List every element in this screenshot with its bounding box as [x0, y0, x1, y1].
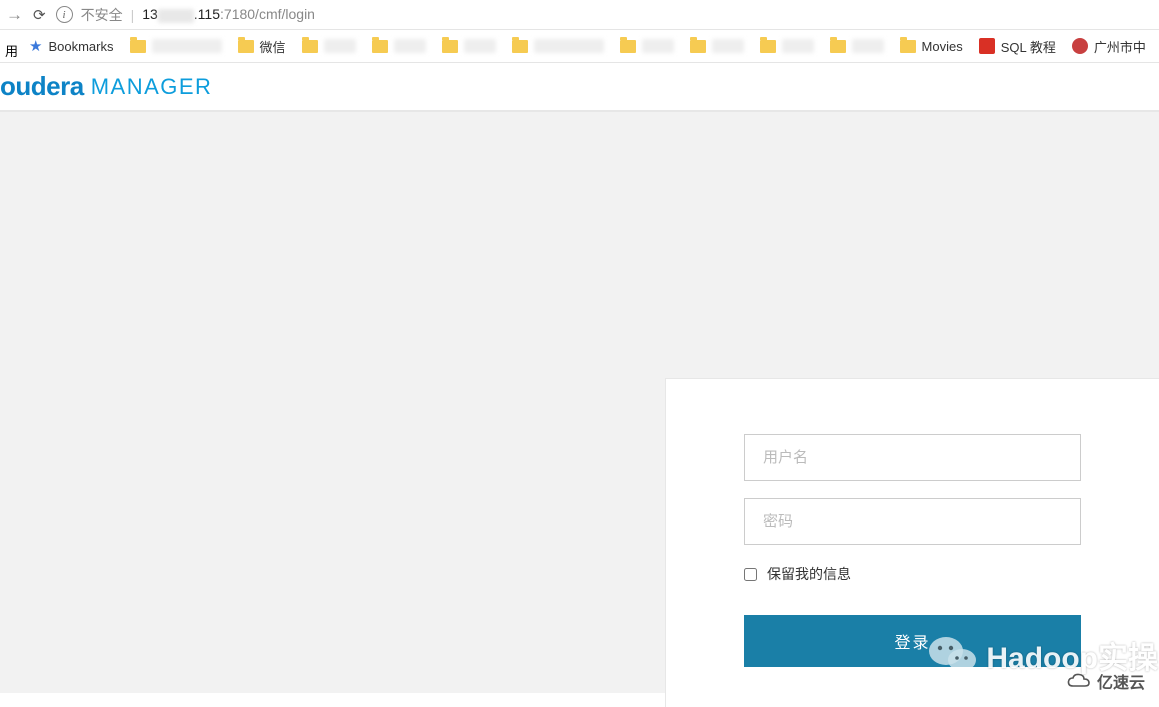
redacted-label: [152, 39, 222, 53]
bookmark-folder[interactable]: [297, 35, 361, 57]
remember-label: 保留我的信息: [767, 564, 851, 584]
yisuyun-watermark: 亿速云: [1067, 669, 1145, 693]
cloud-icon: [1067, 673, 1091, 690]
logo-secondary: MANAGER: [91, 74, 213, 100]
bookmark-folder[interactable]: [825, 35, 889, 57]
folder-icon: [372, 40, 388, 53]
bookmark-folder[interactable]: 微信: [233, 33, 291, 60]
redacted-label: [534, 39, 604, 53]
bookmarks-label: Bookmarks: [48, 39, 113, 54]
folder-icon: [690, 40, 706, 53]
folder-icon: [620, 40, 636, 53]
bookmark-folder[interactable]: [685, 35, 749, 57]
bookmark-sql[interactable]: SQL 教程: [974, 33, 1061, 60]
redacted-label: [852, 39, 884, 53]
bookmarks-menu[interactable]: ★ Bookmarks: [24, 33, 118, 59]
redacted-label: [464, 39, 496, 53]
folder-label: Movies: [922, 39, 963, 54]
bookmark-folder[interactable]: [507, 35, 609, 57]
site-icon: [979, 38, 995, 54]
apps-shortcut[interactable]: 用: [5, 41, 18, 51]
info-icon[interactable]: i: [56, 6, 73, 23]
folder-icon: [302, 40, 318, 53]
bookmarks-bar: 用 ★ Bookmarks 微信 Movies SQL 教程 广州市中: [0, 30, 1159, 63]
bookmark-folder[interactable]: [755, 35, 819, 57]
security-label: 不安全: [81, 5, 123, 25]
bookmark-folder[interactable]: [615, 35, 679, 57]
folder-icon: [830, 40, 846, 53]
bookmark-gz[interactable]: 广州市中: [1067, 33, 1151, 60]
redacted-segment: [158, 9, 194, 23]
bookmark-movies[interactable]: Movies: [895, 35, 968, 58]
main-area: 保留我的信息 登录 Hadoop实操 亿速云: [0, 111, 1159, 693]
site-label: SQL 教程: [1001, 37, 1056, 56]
bookmark-folder[interactable]: [437, 35, 501, 57]
remember-me-row[interactable]: 保留我的信息: [744, 564, 1081, 584]
url-text: 13.115:7180/cmf/login: [142, 6, 315, 22]
bookmark-folder[interactable]: [367, 35, 431, 57]
separator: |: [131, 7, 135, 23]
redacted-label: [394, 39, 426, 53]
folder-icon: [900, 40, 916, 53]
app-header: oudera MANAGER: [0, 63, 1159, 111]
star-icon: ★: [29, 37, 42, 55]
yisuyun-text: 亿速云: [1097, 669, 1145, 693]
forward-icon[interactable]: →: [6, 5, 23, 25]
bookmark-folder[interactable]: [125, 35, 227, 57]
folder-icon: [130, 40, 146, 53]
password-input[interactable]: [744, 498, 1081, 545]
reload-icon[interactable]: ⟳: [33, 6, 46, 24]
url-omnibox[interactable]: i 不安全 | 13.115:7180/cmf/login: [56, 5, 315, 25]
redacted-label: [642, 39, 674, 53]
redacted-label: [712, 39, 744, 53]
folder-icon: [512, 40, 528, 53]
folder-icon: [238, 40, 254, 53]
app-logo[interactable]: oudera MANAGER: [0, 71, 212, 102]
logo-primary: oudera: [0, 71, 84, 102]
remember-me-checkbox[interactable]: [744, 568, 757, 581]
folder-label: 微信: [260, 37, 286, 56]
browser-url-bar: → ⟳ i 不安全 | 13.115:7180/cmf/login: [0, 0, 1159, 30]
username-input[interactable]: [744, 434, 1081, 481]
site-label: 广州市中: [1094, 37, 1146, 56]
folder-icon: [760, 40, 776, 53]
site-icon: [1072, 38, 1088, 54]
wechat-icon: [928, 634, 978, 676]
redacted-label: [782, 39, 814, 53]
folder-icon: [442, 40, 458, 53]
redacted-label: [324, 39, 356, 53]
